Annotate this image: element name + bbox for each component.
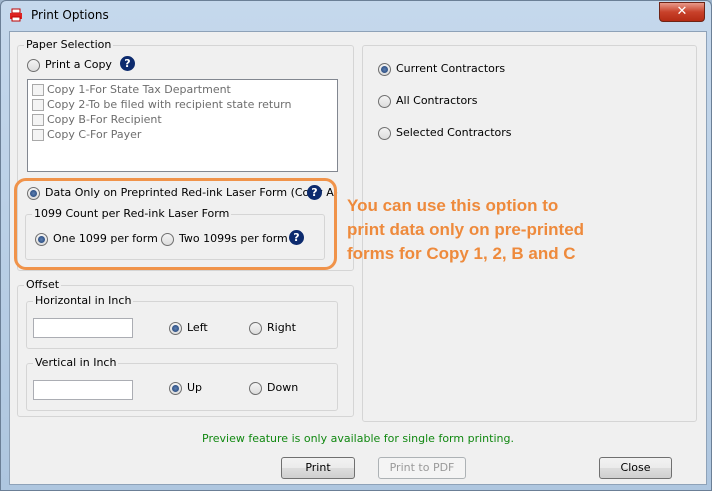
all-contractors-radio[interactable] [378, 95, 391, 108]
copy-c-checkbox[interactable] [32, 129, 44, 141]
vertical-offset-input[interactable] [33, 380, 133, 400]
horizontal-offset-input[interactable] [33, 318, 133, 338]
callout-annotation: You can use this option to print data on… [347, 196, 585, 263]
current-contractors-radio[interactable] [378, 63, 391, 76]
window-close-button[interactable]: ✕ [659, 2, 705, 22]
vertical-offset-title: Vertical in Inch [33, 356, 119, 369]
print-options-window: Print Options ✕ Paper Selection Print a … [0, 0, 712, 491]
copy-1-label: Copy 1-For State Tax Department [47, 83, 231, 96]
selected-contractors-radio[interactable] [378, 127, 391, 140]
copy-1-checkbox[interactable] [32, 84, 44, 96]
copy-2-label: Copy 2-To be filed with recipient state … [47, 98, 292, 111]
print-button[interactable]: Print [281, 457, 355, 479]
close-button[interactable]: Close [599, 457, 672, 479]
selected-contractors-label: Selected Contractors [396, 126, 512, 139]
preview-note: Preview feature is only available for si… [202, 432, 514, 445]
right-radio[interactable] [249, 322, 262, 335]
up-radio[interactable] [169, 382, 182, 395]
print-copy-help-icon[interactable]: ? [120, 56, 135, 71]
current-contractors-label: Current Contractors [396, 62, 506, 75]
copy-list[interactable]: Copy 1-For State Tax Department Copy 2-T… [27, 79, 338, 172]
right-label: Right [267, 321, 296, 334]
printer-icon [10, 8, 22, 22]
offset-group: Offset Horizontal in Inch Left Right Ver… [17, 278, 354, 417]
horizontal-offset-group: Horizontal in Inch Left Right [26, 294, 338, 349]
down-radio[interactable] [249, 382, 262, 395]
print-copy-label: Print a Copy [45, 58, 112, 71]
data-only-highlight-outline [14, 178, 337, 270]
copy-2-checkbox[interactable] [32, 99, 44, 111]
down-label: Down [267, 381, 299, 394]
offset-title: Offset [24, 278, 62, 291]
copy-c-label: Copy C-For Payer [47, 128, 142, 141]
print-to-pdf-button[interactable]: Print to PDF [378, 457, 466, 479]
title-bar[interactable]: Print Options ✕ [1, 1, 711, 31]
vertical-offset-group: Vertical in Inch Up Down [26, 356, 338, 411]
horizontal-offset-title: Horizontal in Inch [33, 294, 134, 307]
left-label: Left [187, 321, 208, 334]
copy-b-checkbox[interactable] [32, 114, 44, 126]
paper-selection-title: Paper Selection [24, 38, 114, 51]
left-radio[interactable] [169, 322, 182, 335]
dialog-body: Paper Selection Print a Copy ? Copy 1-Fo… [9, 31, 707, 485]
window-title: Print Options [31, 8, 109, 22]
up-label: Up [187, 381, 203, 394]
print-copy-radio[interactable] [27, 59, 40, 72]
all-contractors-label: All Contractors [396, 94, 478, 107]
copy-b-label: Copy B-For Recipient [47, 113, 162, 126]
